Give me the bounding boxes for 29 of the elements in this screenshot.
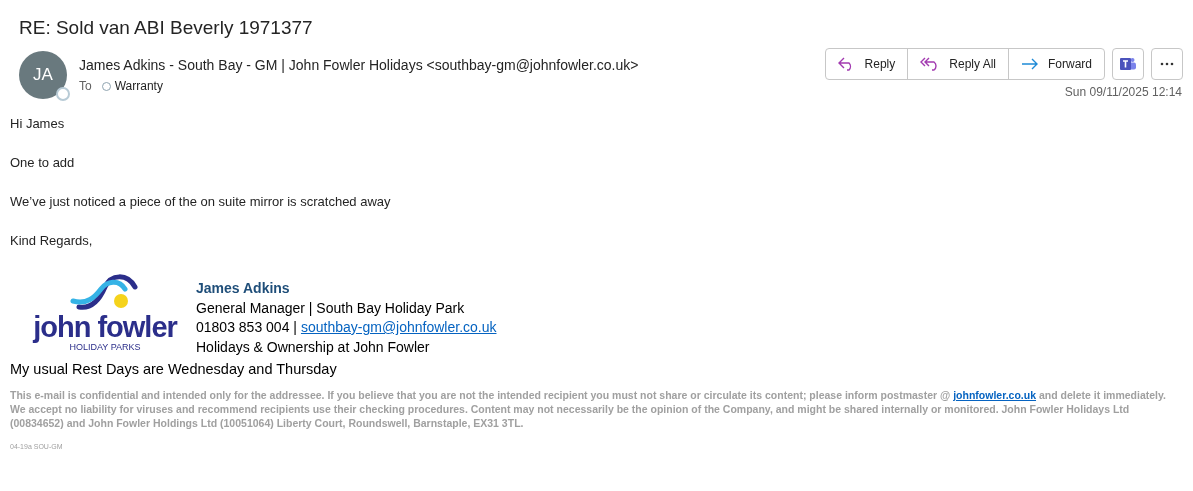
- logo-tagline: HOLIDAY PARKS: [69, 342, 141, 353]
- teams-icon: [1120, 57, 1136, 71]
- rest-days-text: My usual Rest Days are Wednesday and Thursday: [9, 360, 338, 379]
- avatar: JA: [19, 51, 67, 99]
- body-text: We’ve just noticed a piece of the on suite mirror is scratched away: [10, 193, 392, 211]
- sent-date: Sun 09/11/2025 12:14: [1064, 84, 1182, 101]
- domain-link[interactable]: johnfowler.co.uk: [953, 389, 1037, 401]
- signature-title: General Manager | South Bay Holiday Park: [196, 298, 466, 318]
- disclaimer-text: This e-mail is confidential and intended only for the addressee. If you believe that you are not the intended recipient you must not share or circulate its content; please inform postmaster @ johnfowler.co.uk and delete it immediately. We accept no liability for viruses and recommend recipients use their checking procedures. Content may not necessarily be the opinion of the Company, and might be shared internally or monitored. John Fowler Holidays Ltd (00834652) and John Fowler Holdings Ltd (10051064) Liberty Court, Roundswell, Barnstaple, EX31 3TL.: [9, 388, 1167, 430]
- email-subject: RE: Sold van ABI Beverly 1971377: [19, 16, 314, 40]
- signature-tagline: Holidays & Ownership at John Fowler: [196, 337, 431, 357]
- signature-phone: 01803 853 004 |: [196, 318, 297, 337]
- action-button[interactable]: Reply All: [907, 49, 1008, 79]
- action-button[interactable]: Reply: [825, 49, 908, 79]
- sender-name: James Adkins - South Bay - GM | John Fowler Holidays <southbay-gm@johnfowler.co.uk>: [79, 56, 640, 75]
- signature-name: James Adkins: [196, 279, 291, 298]
- more-icon: [1160, 62, 1174, 66]
- body-text: One to add: [10, 154, 76, 172]
- presence-icon: [56, 87, 70, 101]
- body-text: Hi James: [10, 115, 66, 133]
- body-text: Kind Regards,: [10, 232, 94, 250]
- action-button[interactable]: Forward: [1008, 49, 1104, 79]
- to-label: To: [79, 78, 92, 95]
- arrow-right-icon: [1021, 58, 1039, 70]
- teams-button[interactable]: [1112, 48, 1144, 80]
- logo-wordmark: john fowler: [33, 313, 177, 341]
- email-link[interactable]: southbay-gm@johnfowler.co.uk: [300, 318, 497, 338]
- logo-wave-icon: [69, 271, 141, 313]
- recipient[interactable]: Warranty: [114, 77, 163, 95]
